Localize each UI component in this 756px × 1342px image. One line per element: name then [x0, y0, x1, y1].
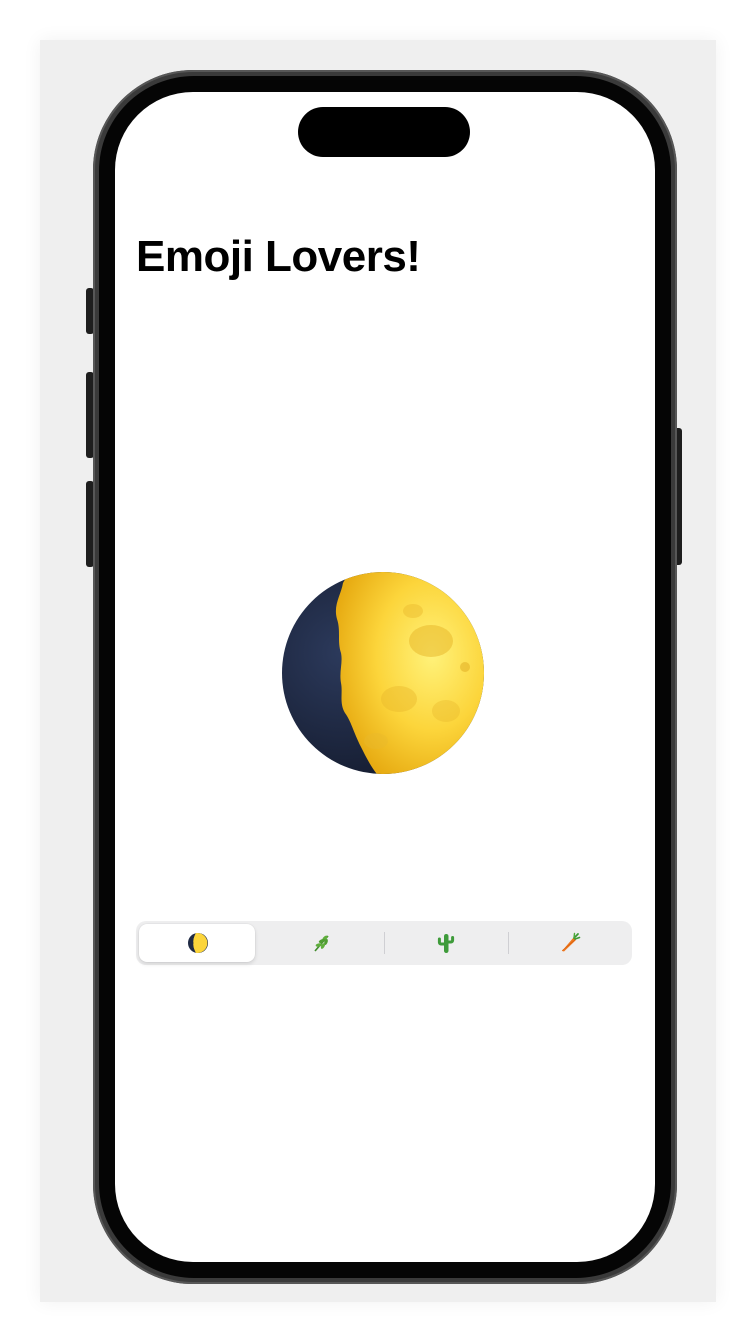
segment-carrot[interactable] — [508, 921, 632, 965]
carrot-icon — [559, 932, 581, 954]
canvas: Emoji Lovers! — [0, 0, 756, 1342]
herb-icon — [311, 932, 333, 954]
phone-screen: Emoji Lovers! — [115, 92, 655, 1262]
page-title: Emoji Lovers! — [136, 232, 421, 281]
cactus-icon — [435, 932, 457, 954]
emoji-segmented-control — [136, 921, 632, 965]
segment-herb[interactable] — [260, 921, 384, 965]
segment-moon[interactable] — [136, 921, 260, 965]
dynamic-island — [298, 107, 470, 157]
waxing-gibbous-moon-icon — [281, 571, 485, 775]
moon-icon — [187, 932, 209, 954]
segment-cactus[interactable] — [384, 921, 508, 965]
